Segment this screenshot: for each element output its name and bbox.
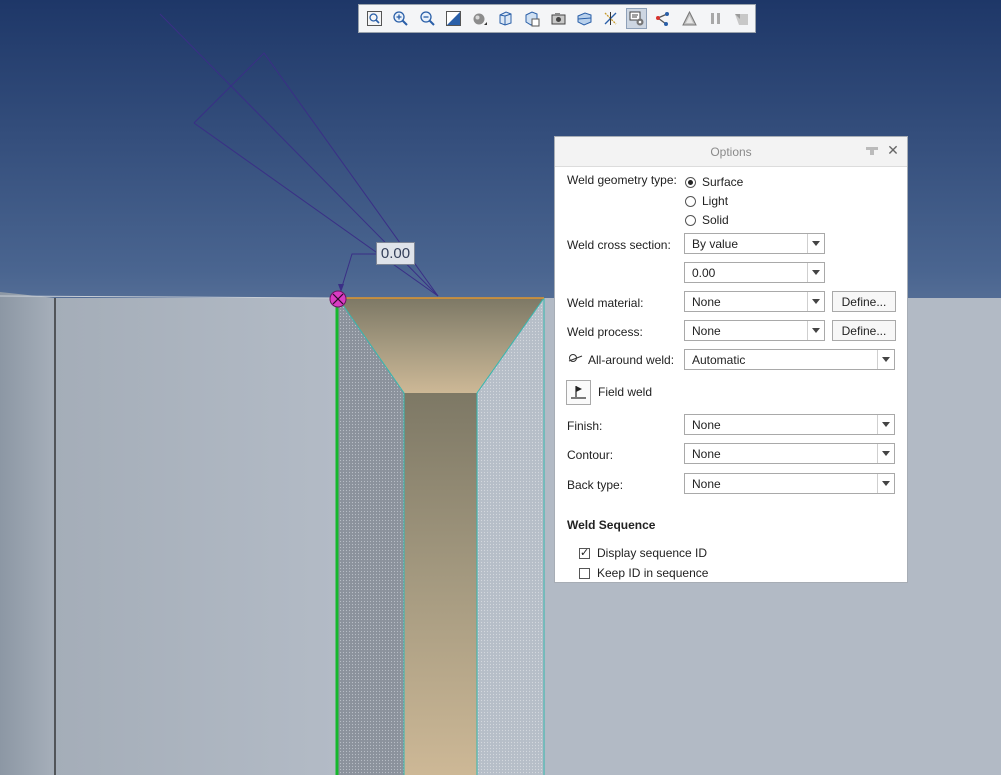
- annotation-display-icon: [629, 11, 644, 26]
- view-manager-button[interactable]: [521, 8, 543, 29]
- contour-value: None: [692, 447, 721, 461]
- options-panel-header[interactable]: Options ✕: [555, 137, 907, 167]
- section-icon: [577, 12, 592, 26]
- perspective-view-icon: [551, 13, 566, 25]
- keep-id-in-sequence-label: Keep ID in sequence: [597, 566, 709, 580]
- saved-orientations-icon: [499, 11, 512, 26]
- options-panel: Options ✕ Weld geometry type: Surface Li…: [554, 136, 908, 583]
- cross-section-size-value: 0.00: [692, 266, 716, 280]
- options-panel-title: Options: [710, 145, 752, 159]
- back-type-label: Back type:: [567, 478, 624, 492]
- appearance-button[interactable]: [678, 8, 700, 29]
- display-style-icon: [473, 13, 488, 25]
- radio-light[interactable]: Light: [685, 194, 728, 208]
- back-type-value: None: [692, 477, 721, 491]
- radio-light-label: Light: [702, 194, 729, 208]
- close-icon[interactable]: ✕: [887, 143, 899, 157]
- chevron-down-icon[interactable]: [877, 474, 894, 493]
- view-manager-icon: [525, 11, 540, 27]
- zoom-in-icon: [393, 11, 409, 26]
- repaint-button[interactable]: [443, 8, 465, 29]
- radio-surface[interactable]: Surface: [685, 175, 743, 189]
- pause-icon: [710, 13, 720, 24]
- pin-icon[interactable]: [865, 146, 879, 156]
- zoom-out-icon: [420, 11, 435, 26]
- cross-section-value: By value: [692, 237, 739, 251]
- radio-solid[interactable]: Solid: [685, 213, 729, 227]
- keep-id-in-sequence-box[interactable]: [579, 567, 590, 579]
- weld-geometry-type-label: Weld geometry type:: [567, 173, 677, 187]
- annotation-display-button[interactable]: [625, 8, 648, 29]
- all-around-weld-value: Automatic: [692, 353, 746, 367]
- back-type-dropdown[interactable]: None: [684, 473, 895, 494]
- define-material-button[interactable]: Define...: [832, 291, 896, 312]
- radio-light-indicator[interactable]: [685, 195, 696, 207]
- datum-display-button[interactable]: [600, 8, 622, 29]
- weld-process-label: Weld process:: [567, 325, 643, 339]
- section-button[interactable]: [574, 8, 596, 29]
- display-sequence-id-box[interactable]: [579, 546, 590, 559]
- zoom-fit-button[interactable]: [364, 8, 386, 29]
- radio-surface-indicator[interactable]: [685, 176, 696, 188]
- perspective-view-button[interactable]: [547, 8, 569, 29]
- all-around-weld-icon: [568, 354, 583, 362]
- chevron-down-icon[interactable]: [807, 292, 824, 311]
- weld-material-dropdown[interactable]: None: [684, 291, 825, 312]
- display-sequence-id-checkbox[interactable]: Display sequence ID: [579, 546, 707, 560]
- field-weld-flag-icon: [571, 386, 586, 399]
- zoom-out-button[interactable]: [416, 8, 438, 29]
- pause-button[interactable]: [704, 8, 726, 29]
- dimension-label[interactable]: 0.00: [376, 242, 415, 265]
- chevron-down-icon[interactable]: [877, 415, 894, 434]
- annotation-orientation-icon: [734, 14, 748, 25]
- zoom-fit-icon: [367, 11, 383, 26]
- repaint-icon: [445, 11, 461, 26]
- datum-display-icon: [604, 12, 617, 25]
- weld-sequence-title: Weld Sequence: [567, 518, 656, 532]
- annotation-orientation-button[interactable]: [731, 8, 753, 29]
- chevron-down-icon[interactable]: [807, 234, 824, 253]
- finish-label: Finish:: [567, 419, 603, 433]
- radio-surface-label: Surface: [702, 175, 744, 189]
- all-around-weld-label: All-around weld:: [588, 353, 675, 367]
- finish-value: None: [692, 418, 721, 432]
- saved-orientations-button[interactable]: [495, 8, 517, 29]
- chevron-down-icon[interactable]: [877, 444, 894, 463]
- display-sequence-id-label: Display sequence ID: [597, 546, 708, 560]
- chevron-down-icon[interactable]: [807, 263, 824, 282]
- chevron-down-icon[interactable]: [877, 350, 894, 369]
- cross-section-size-input[interactable]: 0.00: [684, 262, 825, 283]
- weld-cross-section-label: Weld cross section:: [567, 238, 671, 252]
- radio-solid-label: Solid: [702, 213, 729, 227]
- define-process-button[interactable]: Define...: [832, 320, 896, 341]
- cross-section-dropdown[interactable]: By value: [684, 233, 825, 254]
- all-around-weld-dropdown[interactable]: Automatic: [684, 349, 895, 370]
- weld-process-value: None: [692, 324, 721, 338]
- display-style-button[interactable]: [469, 8, 491, 29]
- contour-label: Contour:: [567, 448, 614, 462]
- appearance-icon: [681, 10, 697, 26]
- spin-center-icon: [656, 12, 670, 26]
- contour-dropdown[interactable]: None: [684, 443, 895, 464]
- weld-material-label: Weld material:: [567, 296, 644, 310]
- view-toolbar: [358, 4, 756, 33]
- zoom-in-button[interactable]: [390, 8, 412, 29]
- chevron-down-icon[interactable]: [807, 321, 824, 340]
- weld-material-value: None: [692, 295, 721, 309]
- spin-center-button[interactable]: [652, 8, 674, 29]
- finish-dropdown[interactable]: None: [684, 414, 895, 435]
- radio-solid-indicator[interactable]: [685, 214, 696, 226]
- keep-id-in-sequence-checkbox[interactable]: Keep ID in sequence: [579, 566, 708, 580]
- field-weld-label: Field weld: [598, 385, 653, 399]
- field-weld-button[interactable]: [566, 380, 591, 405]
- weld-process-dropdown[interactable]: None: [684, 320, 825, 341]
